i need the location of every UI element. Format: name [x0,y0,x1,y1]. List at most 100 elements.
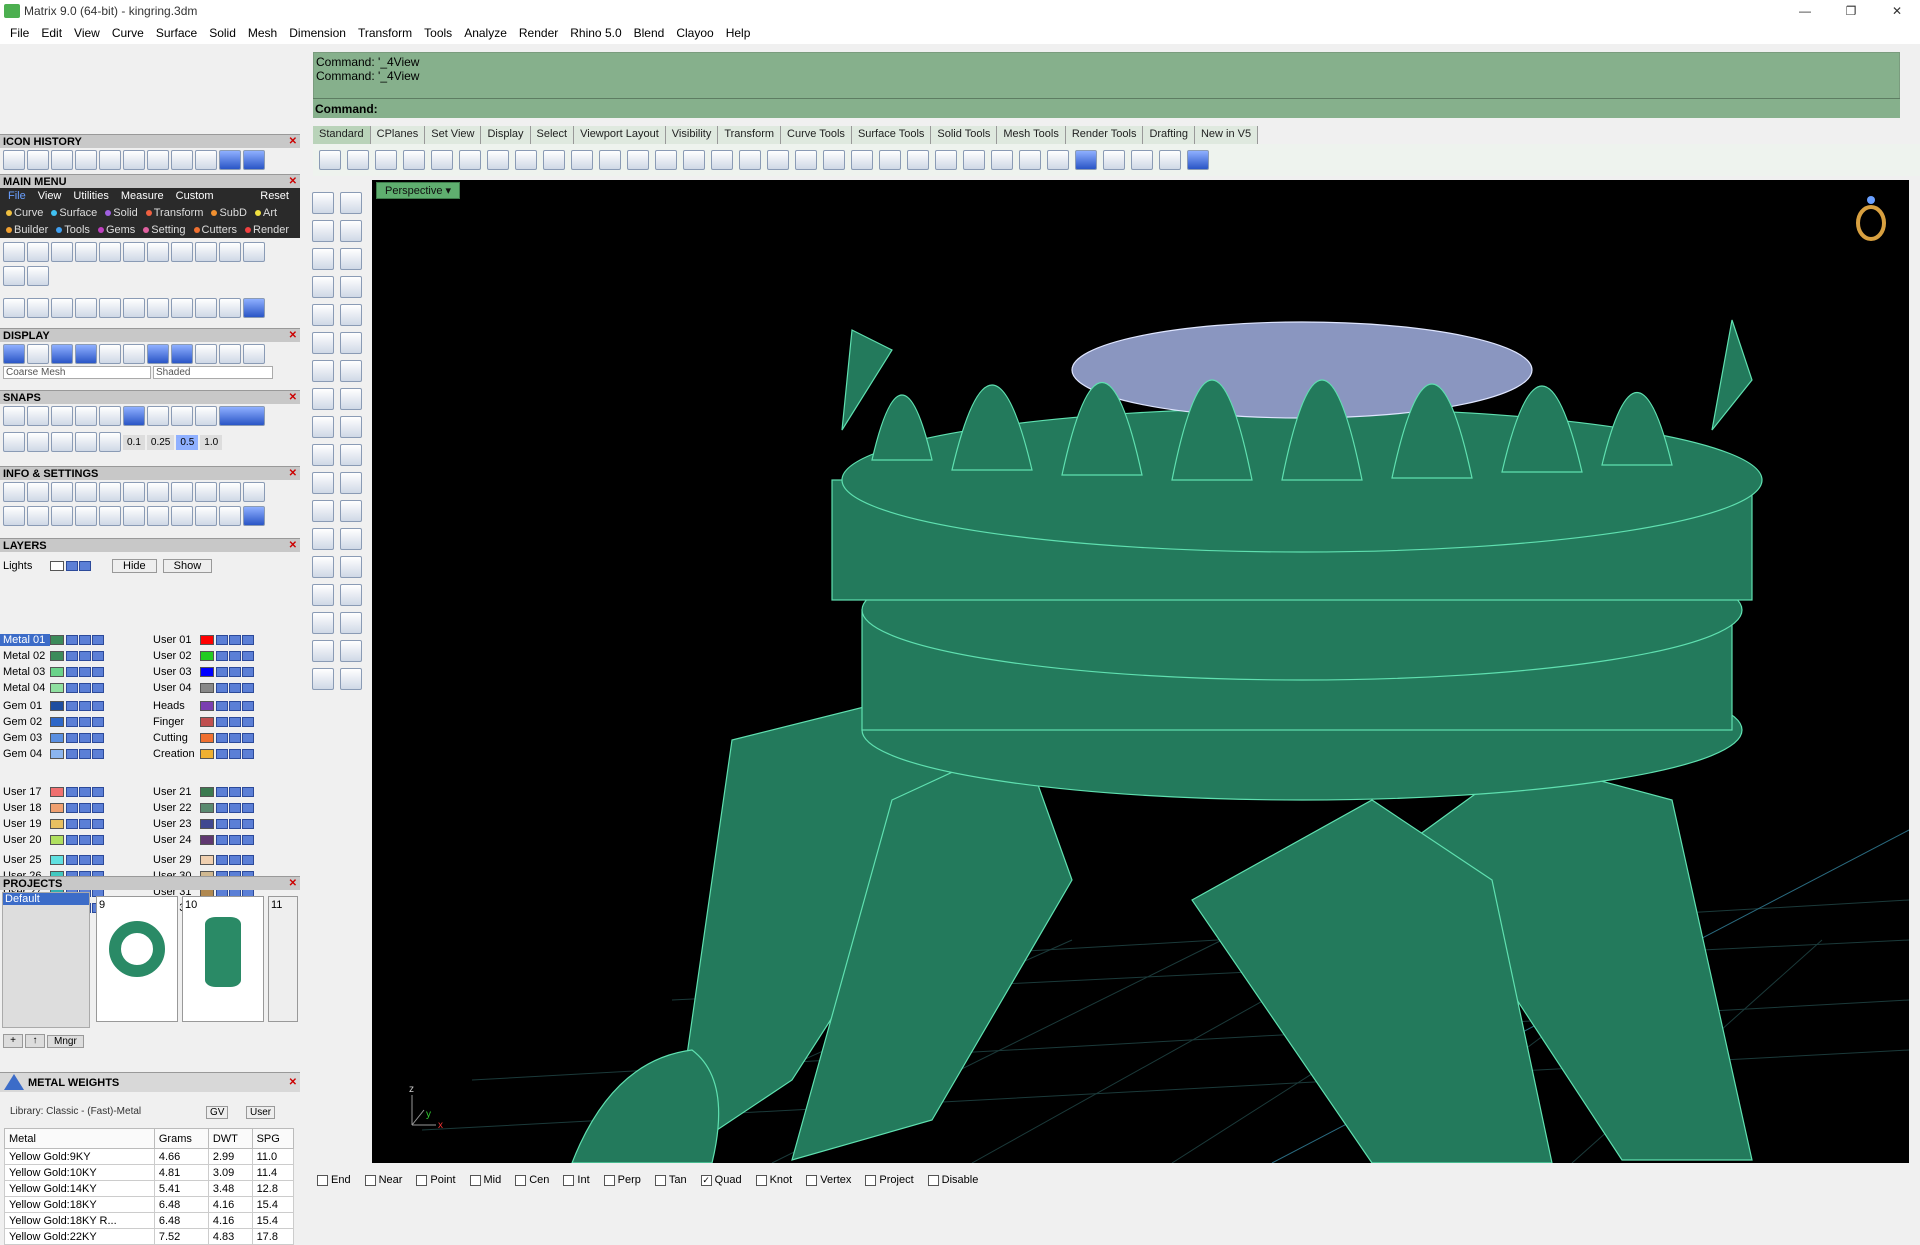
layer-print-icon[interactable] [79,818,91,829]
layer-row[interactable]: User 03 [150,664,255,679]
layer-lock-icon[interactable] [216,716,228,727]
layer-lock-icon[interactable] [66,634,78,645]
layer-color-swatch[interactable] [50,802,64,813]
osnap-vertex[interactable]: Vertex [806,1174,851,1186]
checkbox-icon[interactable] [563,1174,575,1186]
layer-name[interactable]: Heads [150,700,200,712]
close-icon[interactable]: ✕ [289,877,297,891]
layer-lock-icon[interactable] [216,748,228,759]
select-icon[interactable] [312,192,334,214]
edit-icon[interactable] [123,482,145,502]
layer-print-icon[interactable] [79,732,91,743]
toolbar-tab[interactable]: Mesh Tools [997,126,1066,144]
check-icon[interactable] [340,640,362,662]
metal-weights-column-header[interactable]: Grams [153,1128,209,1149]
metal-weights-row[interactable]: Yellow Gold:10KY 4.81 3.09 11.4 [4,1164,295,1181]
layer-lock-icon[interactable] [216,650,228,661]
layer-visibility-icon[interactable] [242,716,254,727]
undo-icon[interactable] [543,150,565,170]
layer-lock-icon[interactable] [66,854,78,865]
box-icon[interactable] [51,506,73,526]
four-view-icon[interactable] [767,150,789,170]
group-icon[interactable] [312,556,334,578]
layer-lock-icon[interactable] [66,732,78,743]
layer-print-icon[interactable] [229,786,241,797]
layer-visibility-icon[interactable] [92,650,104,661]
menu-clayoo[interactable]: Clayoo [670,26,719,40]
layer-visibility-icon[interactable] [242,854,254,865]
layers-icon[interactable] [51,482,73,502]
print-icon[interactable] [27,266,49,286]
checkbox-icon[interactable] [469,1174,481,1186]
menu-render[interactable]: Render [513,26,564,40]
viewport-icon[interactable] [3,506,25,526]
project-thumb-11[interactable]: 11 [268,896,298,1022]
import-icon[interactable] [51,242,73,262]
template-icon[interactable] [3,266,25,286]
layer-color-swatch[interactable] [200,666,214,677]
layer-color-swatch[interactable] [200,786,214,797]
rotate-icon[interactable] [27,298,49,318]
layer-print-icon[interactable] [229,682,241,693]
save-inc-icon[interactable] [171,242,193,262]
layer-visibility-icon[interactable] [92,786,104,797]
osnap-quad[interactable]: ✓ Quad [700,1174,742,1186]
mm-reset[interactable]: Reset [255,190,294,202]
layer-lock-icon[interactable] [66,650,78,661]
save-icon[interactable] [99,242,121,262]
zoom-icon[interactable] [627,150,649,170]
layer-name[interactable]: User 20 [0,834,50,846]
lightning-icon[interactable] [340,416,362,438]
xray-icon[interactable] [123,344,145,364]
layer-print-icon[interactable] [229,748,241,759]
tab-gems[interactable]: Gems [95,224,138,236]
info-a-icon[interactable] [171,482,193,502]
layer-print-icon[interactable] [229,650,241,661]
checkbox-icon[interactable]: ✓ [700,1174,712,1186]
toolbar-tab[interactable]: Render Tools [1065,126,1144,144]
layer-visibility-icon[interactable] [242,666,254,677]
extrude-icon[interactable] [340,388,362,410]
layer-color-swatch[interactable] [50,732,64,743]
layer-name[interactable]: Metal 03 [0,666,50,678]
layer-name[interactable]: Creation [150,748,200,760]
project-thumb-9[interactable]: 9 [96,896,178,1022]
chrome-icon[interactable] [219,344,241,364]
curve-icon[interactable] [340,220,362,242]
paste-icon[interactable] [515,150,537,170]
join-icon[interactable] [312,444,334,466]
layer-color-swatch[interactable] [50,682,64,693]
osnap-knot[interactable]: Knot [755,1174,792,1186]
menu-analyze[interactable]: Analyze [458,26,513,40]
mm-utilities[interactable]: Utilities [68,190,113,202]
script-icon[interactable] [243,242,265,262]
add-project-button[interactable]: + [3,1034,23,1048]
transform-icon[interactable] [27,150,49,170]
layer-color-swatch[interactable] [50,834,64,845]
menu-help[interactable]: Help [720,26,757,40]
layer-print-icon[interactable] [229,854,241,865]
mm-custom[interactable]: Custom [171,190,219,202]
layer-lock-icon[interactable] [66,748,78,759]
osnap-end[interactable]: End [317,1174,351,1186]
layer-visibility-icon[interactable] [92,818,104,829]
shade-select[interactable]: Shaded [153,366,273,379]
menu-curve[interactable]: Curve [106,26,150,40]
dimension-icon[interactable] [1159,150,1181,170]
layer-row[interactable]: User 21 [150,784,255,799]
layer-visibility-icon[interactable] [242,834,254,845]
tab-curve[interactable]: Curve [3,207,46,219]
layer-print-icon[interactable] [229,634,241,645]
layer-row[interactable]: User 23 [150,816,255,831]
osnap-icon[interactable] [75,432,97,452]
rebuild-icon[interactable] [340,500,362,522]
layer-name[interactable]: Cutting [150,732,200,744]
layer-lock-icon[interactable] [216,802,228,813]
cube-icon[interactable] [147,482,169,502]
tool-b-icon[interactable] [195,506,217,526]
settings-icon[interactable] [3,482,25,502]
layer-name[interactable]: User 03 [150,666,200,678]
snap-point-icon[interactable] [51,406,73,426]
layer-print-icon[interactable] [79,650,91,661]
layer-lock-icon[interactable] [216,666,228,677]
